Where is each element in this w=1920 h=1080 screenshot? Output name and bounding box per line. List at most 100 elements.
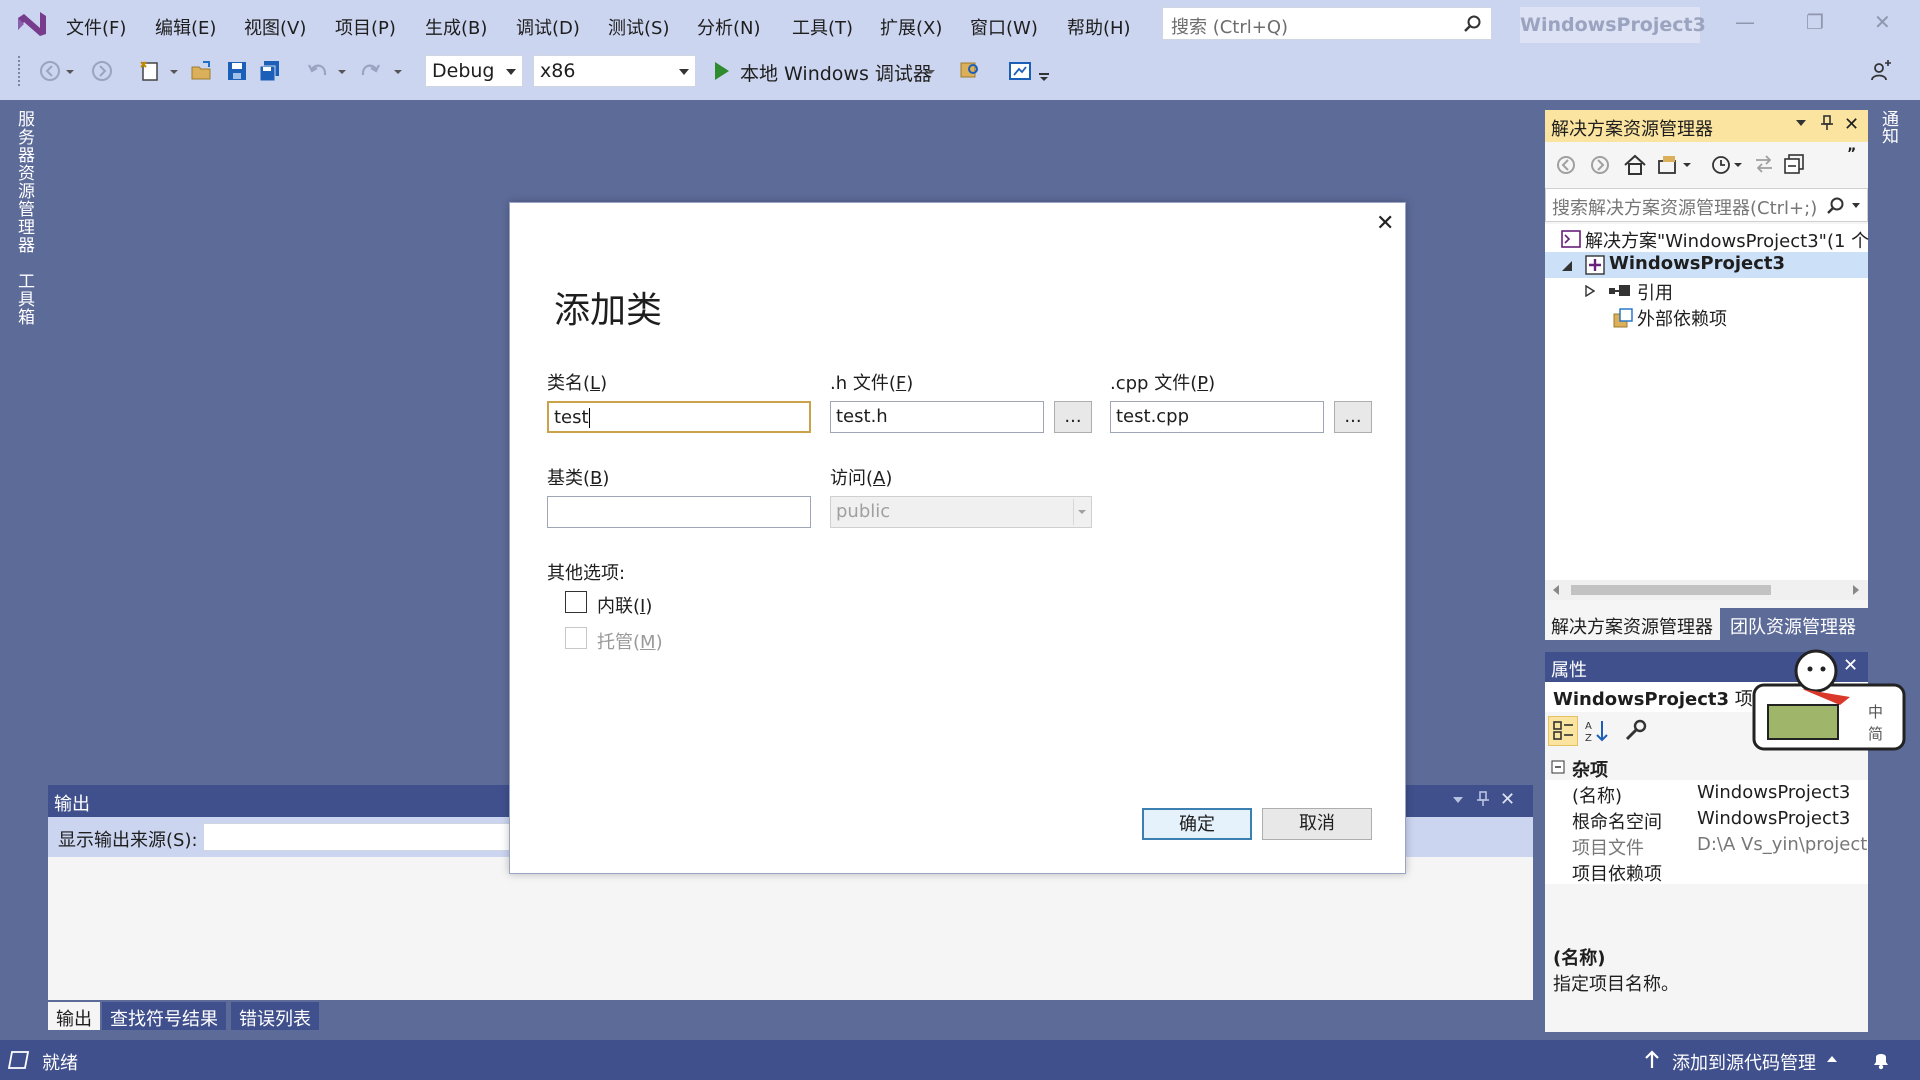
live-share-icon[interactable] bbox=[1870, 59, 1894, 83]
sync-icon[interactable] bbox=[1753, 153, 1775, 175]
new-dropdown-icon[interactable] bbox=[168, 59, 192, 83]
managed-checkbox-box[interactable] bbox=[565, 627, 587, 649]
find-in-files-icon[interactable] bbox=[958, 59, 982, 83]
horizontal-scrollbar[interactable] bbox=[1545, 580, 1868, 600]
notification-bell-icon[interactable] bbox=[1870, 1049, 1892, 1071]
scroll-left-icon[interactable] bbox=[1551, 584, 1561, 596]
property-category-misc[interactable]: 杂项 bbox=[1545, 754, 1868, 781]
menu-debug[interactable]: 调试(D) bbox=[516, 14, 580, 40]
menu-extensions[interactable]: 扩展(X) bbox=[880, 14, 942, 40]
pin-icon[interactable] bbox=[1820, 115, 1834, 131]
menu-file[interactable]: 文件(F) bbox=[66, 14, 126, 40]
inline-checkbox-box[interactable] bbox=[565, 591, 587, 613]
switch-views-icon[interactable] bbox=[1657, 153, 1693, 177]
tree-item-external-deps[interactable]: 外部依赖项 bbox=[1545, 304, 1868, 330]
search-input[interactable]: 搜索 (Ctrl+Q) bbox=[1162, 7, 1492, 40]
search-options-dropdown-icon[interactable] bbox=[1851, 202, 1861, 210]
property-pages-icon[interactable] bbox=[1623, 719, 1647, 743]
source-control-dropdown-icon[interactable] bbox=[1826, 1055, 1838, 1063]
ime-badge[interactable]: 中 简 bbox=[1750, 645, 1914, 757]
ok-button[interactable]: 确定 bbox=[1142, 808, 1252, 840]
tab-solution-explorer[interactable]: 解决方案资源管理器 bbox=[1545, 608, 1720, 640]
categorized-icon[interactable] bbox=[1548, 716, 1578, 746]
alphabetical-icon[interactable]: AZ bbox=[1583, 718, 1611, 744]
tab-output[interactable]: 输出 bbox=[48, 1002, 100, 1030]
platform-select[interactable]: x86 bbox=[533, 55, 696, 87]
panel-menu-dropdown-icon[interactable] bbox=[1452, 795, 1464, 805]
output-source-select[interactable] bbox=[203, 823, 513, 851]
tree-item-references[interactable]: 引用 bbox=[1545, 278, 1868, 304]
baseclass-input[interactable] bbox=[547, 496, 811, 528]
property-value: WindowsProject3 bbox=[1697, 782, 1851, 803]
menu-view[interactable]: 视图(V) bbox=[244, 14, 306, 40]
tree-item-solution[interactable]: 解决方案"WindowsProject3"(1 个 bbox=[1545, 226, 1869, 252]
close-panel-icon[interactable]: ✕ bbox=[1500, 789, 1515, 810]
restore-icon[interactable]: ❐ bbox=[1806, 10, 1824, 34]
tree-item-project[interactable]: WindowsProject3 bbox=[1545, 252, 1868, 278]
add-to-source-control[interactable]: 添加到源代码管理 bbox=[1672, 1049, 1816, 1075]
collapsed-arrow-icon[interactable] bbox=[1585, 285, 1595, 297]
managed-label: 托管(M) bbox=[597, 632, 663, 653]
cppfile-input[interactable]: test.cpp bbox=[1110, 401, 1324, 433]
access-select[interactable]: public bbox=[830, 496, 1092, 528]
toolbox-tab[interactable]: 工具箱 bbox=[12, 272, 37, 326]
menu-edit[interactable]: 编辑(E) bbox=[155, 14, 216, 40]
property-row[interactable]: 项目文件 D:\A Vs_yin\project bbox=[1545, 832, 1868, 859]
back-icon[interactable] bbox=[38, 59, 62, 83]
config-select[interactable]: Debug bbox=[425, 55, 523, 87]
redo-icon[interactable] bbox=[358, 59, 382, 83]
open-file-icon[interactable] bbox=[190, 59, 214, 83]
tab-error-list[interactable]: 错误列表 bbox=[231, 1002, 319, 1030]
redo-dropdown-icon[interactable] bbox=[392, 59, 416, 83]
ime-zh-label: 中 bbox=[1868, 703, 1884, 721]
expanded-arrow-icon[interactable] bbox=[1561, 260, 1573, 272]
property-row[interactable]: 根命名空间 WindowsProject3 bbox=[1545, 806, 1868, 833]
scrollbar-thumb[interactable] bbox=[1571, 585, 1771, 595]
tab-find-symbol-results[interactable]: 查找符号结果 bbox=[102, 1002, 226, 1030]
forward-icon[interactable] bbox=[1589, 154, 1611, 176]
scroll-right-icon[interactable] bbox=[1851, 584, 1861, 596]
undo-dropdown-icon[interactable] bbox=[336, 59, 360, 83]
panel-menu-dropdown-icon[interactable] bbox=[1795, 117, 1807, 129]
hfile-browse-button[interactable]: ... bbox=[1054, 401, 1092, 433]
tab-team-explorer[interactable]: 团队资源管理器 bbox=[1722, 608, 1864, 640]
output-window-icon[interactable] bbox=[8, 1050, 30, 1070]
server-explorer-tab[interactable]: 服务器资源管理器 bbox=[12, 110, 37, 254]
menu-project[interactable]: 项目(P) bbox=[335, 14, 396, 40]
collapse-category-icon[interactable] bbox=[1551, 760, 1565, 774]
home-icon[interactable] bbox=[1623, 153, 1647, 177]
notifications-tab[interactable]: 通知 bbox=[1876, 110, 1901, 144]
browser-link-icon[interactable] bbox=[1008, 59, 1032, 83]
run-dropdown-icon[interactable] bbox=[925, 59, 949, 83]
menu-build[interactable]: 生成(B) bbox=[425, 14, 487, 40]
back-icon[interactable] bbox=[1555, 154, 1577, 176]
cancel-button[interactable]: 取消 bbox=[1262, 808, 1372, 840]
close-window-icon[interactable]: ✕ bbox=[1874, 10, 1891, 34]
hfile-input[interactable]: test.h bbox=[830, 401, 1044, 433]
new-project-icon[interactable] bbox=[138, 59, 162, 83]
solution-search-input[interactable]: 搜索解决方案资源管理器(Ctrl+;) bbox=[1545, 188, 1868, 222]
back-dropdown-icon[interactable] bbox=[64, 59, 88, 83]
pending-changes-filter-icon[interactable] bbox=[1710, 153, 1746, 177]
toolbar-overflow-icon[interactable] bbox=[1038, 59, 1062, 83]
collapse-all-icon[interactable] bbox=[1783, 153, 1805, 175]
minimize-icon[interactable]: — bbox=[1735, 10, 1755, 34]
undo-icon[interactable] bbox=[306, 59, 330, 83]
menu-analyze[interactable]: 分析(N) bbox=[697, 14, 761, 40]
forward-icon[interactable] bbox=[90, 59, 114, 83]
close-panel-icon[interactable]: ✕ bbox=[1844, 114, 1859, 135]
menu-tools[interactable]: 工具(T) bbox=[792, 14, 853, 40]
vs-logo-icon[interactable] bbox=[14, 8, 50, 40]
save-all-icon[interactable] bbox=[258, 59, 282, 83]
save-icon[interactable] bbox=[225, 59, 249, 83]
classname-input[interactable]: test bbox=[547, 401, 811, 433]
close-dialog-icon[interactable]: ✕ bbox=[1376, 211, 1394, 236]
menu-help[interactable]: 帮助(H) bbox=[1067, 14, 1131, 40]
pin-icon[interactable] bbox=[1476, 791, 1490, 807]
property-row[interactable]: (名称) WindowsProject3 bbox=[1545, 780, 1868, 807]
menu-test[interactable]: 测试(S) bbox=[608, 14, 669, 40]
menu-window[interactable]: 窗口(W) bbox=[970, 14, 1038, 40]
property-row[interactable]: 项目依赖项 bbox=[1545, 858, 1868, 885]
overflow-icon[interactable]: ” bbox=[1847, 146, 1856, 162]
cppfile-browse-button[interactable]: ... bbox=[1334, 401, 1372, 433]
